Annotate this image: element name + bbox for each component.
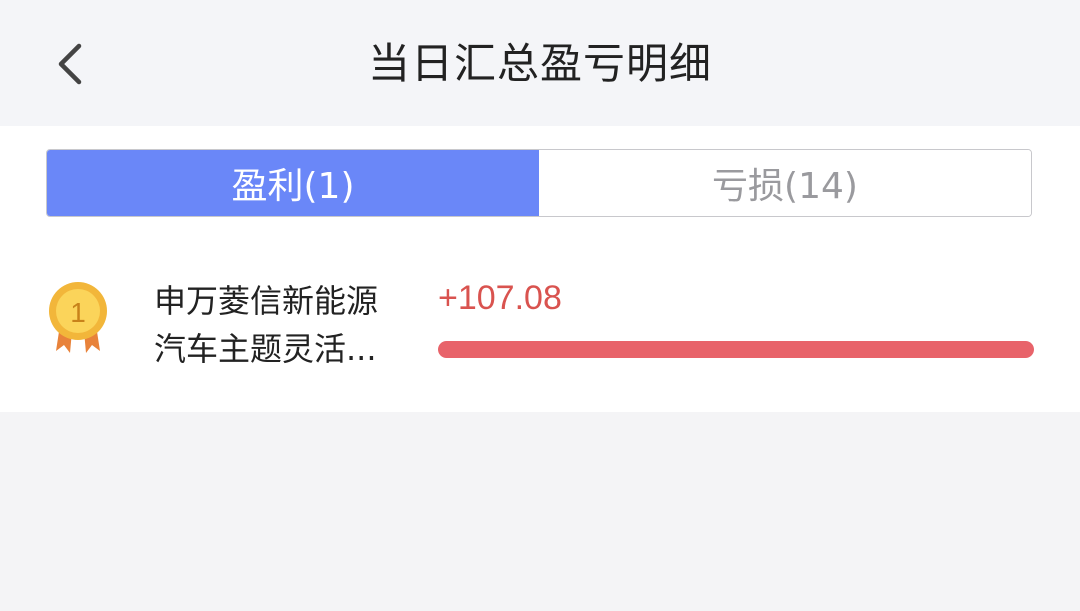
profit-value: +107.08 [438,279,562,317]
fund-name-line1: 申万菱信新能源 [154,282,379,320]
profit-bar-track [438,341,1034,358]
gold-medal-icon: 1 [46,279,110,359]
list-item[interactable]: 1 申万菱信新能源 汽车主题灵活... +107.08 [0,273,1080,373]
medal-rank: 1 [70,297,86,328]
header-bar: 当日汇总盈亏明细 [0,0,1080,126]
profit-loss-tabs: 盈利(1) 亏损(14) [46,149,1032,217]
tab-loss[interactable]: 亏损(14) [539,150,1031,216]
fund-name-line2: 汽车主题灵活... [154,330,377,368]
page-title: 当日汇总盈亏明细 [367,39,712,88]
content-panel: 盈利(1) 亏损(14) 1 申万菱信新能源 汽车主题灵活... +107.08 [0,126,1080,412]
tab-profit[interactable]: 盈利(1) [47,150,539,216]
profit-bar-fill [438,341,1034,358]
fund-name: 申万菱信新能源 汽车主题灵活... [154,277,414,373]
